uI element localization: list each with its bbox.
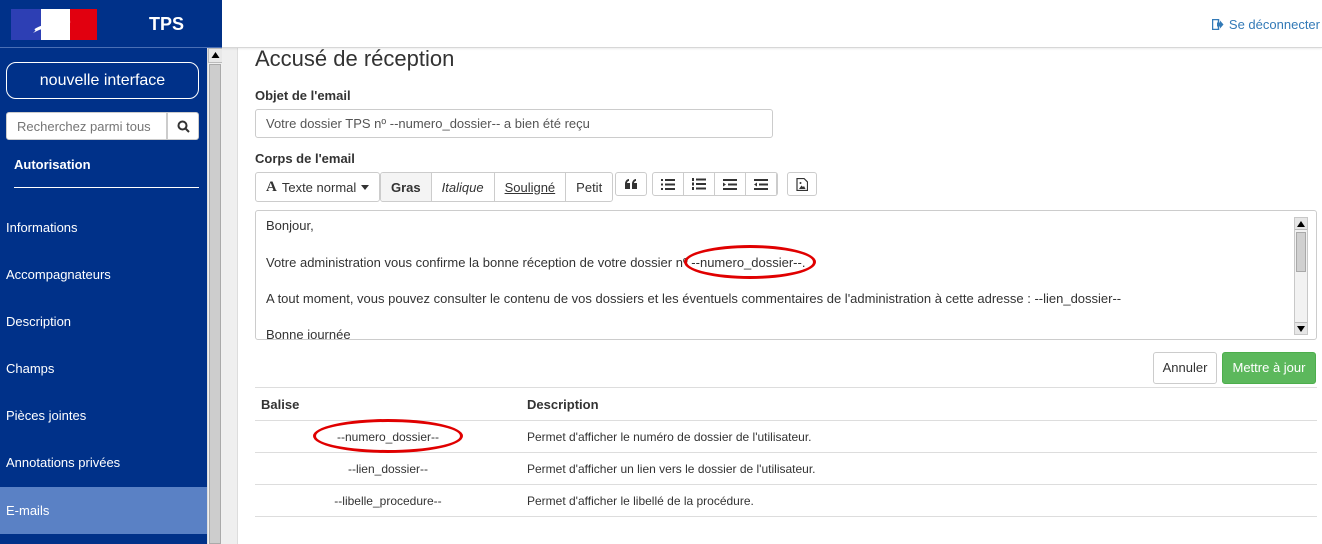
outdent-icon bbox=[754, 178, 768, 190]
editor-scrollbar[interactable] bbox=[1294, 217, 1308, 335]
tag-cell: --lien_dossier-- bbox=[255, 452, 521, 485]
search-input[interactable] bbox=[6, 112, 167, 140]
app-title: TPS bbox=[149, 14, 185, 34]
section-title: Autorisation bbox=[14, 157, 91, 172]
quote-icon bbox=[625, 179, 637, 189]
quote-button[interactable] bbox=[615, 172, 647, 196]
description-cell: Permet d'afficher le libellé de la procé… bbox=[521, 484, 1317, 517]
scrollbar-thumb[interactable] bbox=[209, 64, 221, 544]
italic-button[interactable]: Italique bbox=[432, 173, 495, 201]
indent-icon bbox=[723, 178, 737, 190]
sidebar-item-pieces-jointes[interactable]: Pièces jointes bbox=[0, 392, 207, 439]
column-header-tag: Balise bbox=[255, 387, 521, 421]
table-row: --lien_dossier-- Permet d'afficher un li… bbox=[255, 452, 1317, 485]
page-title: Accusé de réception bbox=[255, 46, 455, 71]
table-row: --libelle_procedure-- Permet d'afficher … bbox=[255, 484, 1317, 517]
content-gutter bbox=[222, 48, 238, 544]
cancel-button[interactable]: Annuler bbox=[1153, 352, 1217, 384]
numbered-list-button[interactable] bbox=[684, 173, 715, 195]
section-divider bbox=[14, 187, 199, 188]
logo-bar: TPS bbox=[0, 0, 222, 48]
scrollbar-thumb[interactable] bbox=[1296, 232, 1306, 272]
tags-table: Balise Description --numero_dossier-- Pe… bbox=[255, 387, 1317, 517]
column-header-description: Description bbox=[521, 387, 1317, 421]
sidebar-item-annotations-privees[interactable]: Annotations privées bbox=[0, 439, 207, 486]
marianne-profile-icon bbox=[33, 12, 71, 40]
bullet-list-button[interactable] bbox=[653, 173, 684, 195]
body-line: Votre administration vous confirme la bo… bbox=[266, 255, 806, 270]
font-icon: A bbox=[266, 178, 277, 195]
table-header-row: Balise Description bbox=[255, 387, 1317, 421]
body-line: Bonjour, bbox=[266, 218, 314, 233]
scroll-up-arrow-icon[interactable] bbox=[208, 48, 223, 63]
marianne-logo bbox=[11, 9, 97, 40]
tag-cell: --libelle_procedure-- bbox=[255, 484, 521, 517]
email-body-editor[interactable]: Bonjour, Votre administration vous confi… bbox=[255, 210, 1317, 340]
top-bar: Se déconnecter bbox=[222, 0, 1322, 48]
tag-cell: --numero_dossier-- bbox=[255, 420, 521, 453]
small-button[interactable]: Petit bbox=[566, 173, 612, 201]
caret-down-icon bbox=[361, 184, 370, 190]
description-cell: Permet d'afficher un lien vers le dossie… bbox=[521, 452, 1317, 485]
insert-image-button[interactable] bbox=[787, 172, 817, 196]
search-icon bbox=[177, 120, 190, 133]
underline-button[interactable]: Souligné bbox=[495, 173, 567, 201]
bold-button[interactable]: Gras bbox=[381, 173, 432, 201]
text-format-group: Gras Italique Souligné Petit bbox=[380, 172, 614, 202]
outdent-button[interactable] bbox=[746, 173, 777, 195]
subject-label: Objet de l'email bbox=[255, 88, 351, 103]
table-row: --numero_dossier-- Permet d'afficher le … bbox=[255, 420, 1317, 453]
sidebar-item-emails[interactable]: E-mails bbox=[0, 487, 207, 534]
sidebar-item-champs[interactable]: Champs bbox=[0, 345, 207, 392]
body-label: Corps de l'email bbox=[255, 151, 355, 166]
description-cell: Permet d'afficher le numéro de dossier d… bbox=[521, 420, 1317, 453]
sidebar-item-accompagnateurs[interactable]: Accompagnateurs bbox=[0, 251, 207, 298]
update-button[interactable]: Mettre à jour bbox=[1222, 352, 1316, 384]
subject-field[interactable]: Votre dossier TPS nº --numero_dossier-- … bbox=[255, 109, 773, 138]
scroll-up-arrow-icon[interactable] bbox=[1295, 218, 1307, 230]
font-style-dropdown[interactable]: A Texte normal bbox=[255, 172, 381, 202]
bullet-list-icon bbox=[661, 178, 675, 190]
sidebar-scrollbar[interactable] bbox=[207, 48, 223, 544]
sign-out-icon bbox=[1211, 19, 1224, 30]
sidebar-item-informations[interactable]: Informations bbox=[0, 204, 207, 251]
new-interface-button[interactable]: nouvelle interface bbox=[6, 62, 199, 99]
logout-link[interactable]: Se déconnecter bbox=[1211, 17, 1320, 32]
logout-label: Se déconnecter bbox=[1228, 17, 1320, 32]
indent-button[interactable] bbox=[715, 173, 746, 195]
body-line: Bonne journée bbox=[266, 327, 351, 340]
image-icon bbox=[796, 177, 808, 191]
font-style-label: Texte normal bbox=[281, 179, 357, 195]
scroll-down-arrow-icon[interactable] bbox=[1295, 322, 1307, 334]
body-line: A tout moment, vous pouvez consulter le … bbox=[266, 291, 1122, 306]
search-button[interactable] bbox=[167, 112, 199, 140]
sidebar: nouvelle interface Autorisation Informat… bbox=[0, 0, 207, 544]
numbered-list-icon bbox=[692, 178, 706, 190]
list-group bbox=[652, 172, 778, 196]
sidebar-item-description[interactable]: Description bbox=[0, 298, 207, 345]
